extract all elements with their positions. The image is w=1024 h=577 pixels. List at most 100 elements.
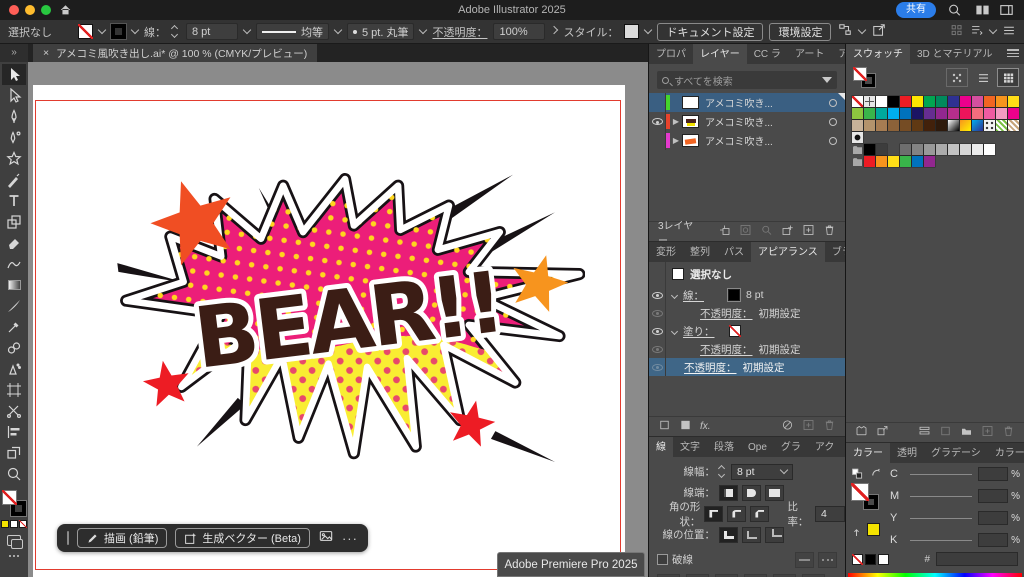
color-swatch[interactable] [912,108,923,119]
weight-stepper[interactable] [719,466,727,477]
direct-selection-tool[interactable] [2,85,26,106]
transform-tool[interactable] [2,211,26,232]
tab-properties[interactable]: プロパ [649,44,693,64]
clear-appearance-icon[interactable] [781,419,794,434]
fill-proxy-swatch[interactable] [851,483,869,501]
arrange-chevron-icon[interactable] [989,26,997,34]
workflow-icon[interactable] [837,23,853,40]
knife-tool[interactable] [2,295,26,316]
tab-transparency[interactable]: 透明 [890,443,924,463]
color-swatch[interactable] [852,120,863,131]
tab-color[interactable]: カラー [846,443,890,463]
cap-round-button[interactable] [742,485,761,501]
visibility-toggle[interactable] [649,131,666,150]
visibility-toggle[interactable] [649,93,666,112]
stroke-color-swatch[interactable] [111,24,126,39]
layer-name[interactable]: アメコミ吹き... [705,133,773,148]
add-to-library-icon[interactable] [876,425,889,440]
close-tab-icon[interactable]: × [43,47,49,59]
opacity-label[interactable]: 不透明度： [432,24,487,40]
type-tool[interactable] [2,190,26,211]
channel-slider[interactable] [910,518,972,519]
layers-search-input[interactable]: すべてを検索 [657,71,837,89]
stroke-weight-chevron-icon[interactable] [243,26,251,34]
swatch-group-folder[interactable] [852,144,863,155]
appearance-opacity-row-selected[interactable]: 不透明度： 初期設定 [649,358,845,376]
color-swatch[interactable] [864,108,875,119]
style-swatch[interactable] [624,24,639,39]
blend-tool[interactable] [2,337,26,358]
expand-icon[interactable] [671,291,678,298]
fill-proxy-swatch[interactable] [2,490,17,505]
color-swatch[interactable] [876,96,887,107]
grid-view-icon[interactable] [997,68,1019,87]
tab-character[interactable]: 文字 [673,437,707,457]
curvature-tool[interactable] [2,127,26,148]
color-swatch[interactable] [984,108,995,119]
stroke-weight-stepper[interactable] [172,26,180,37]
channel-slider[interactable] [910,474,972,475]
color-swatch[interactable] [876,120,887,131]
color-swatch[interactable] [960,96,971,107]
color-swatch[interactable] [948,144,959,155]
color-swatch[interactable] [876,156,887,167]
color-swatch[interactable] [972,96,983,107]
panel-layout-icon[interactable] [999,3,1014,17]
search-icon[interactable] [947,3,962,17]
color-swatch[interactable] [1008,96,1019,107]
stroke-style-dropdown[interactable]: 均等 [256,23,329,40]
dot-swatch[interactable] [852,132,863,143]
gradient-swatch[interactable] [972,120,983,131]
gradient-button[interactable] [10,520,18,528]
add-stroke-icon[interactable] [658,419,671,434]
scissors-tool[interactable] [2,400,26,421]
color-swatch[interactable] [912,144,923,155]
stroke-swatch[interactable] [728,289,740,301]
color-swatch[interactable] [936,144,947,155]
tab-transform[interactable]: 変形 [649,242,683,262]
fill-color-swatch[interactable] [78,24,93,39]
dashed-line-checkbox[interactable] [657,554,668,565]
color-swatch[interactable] [900,156,911,167]
color-swatch[interactable] [900,108,911,119]
filter-icon[interactable] [822,77,832,83]
style-chevron-icon[interactable] [644,26,652,34]
panel-menu-icon[interactable] [1007,47,1019,59]
color-swatch[interactable] [984,96,995,107]
color-swatch[interactable] [948,96,959,107]
zoom-tool[interactable] [2,463,26,484]
comic-burst-artwork[interactable]: BEAR!! [115,168,585,493]
color-swatch[interactable] [924,108,935,119]
color-swatch[interactable] [996,108,1007,119]
add-effect-icon[interactable]: fx. [700,421,711,432]
grid-view-icon[interactable] [950,24,964,40]
appearance-opacity-row[interactable]: 不透明度： 初期設定 [649,304,845,322]
reg-swatch[interactable] [864,96,875,107]
new-sublayer-icon[interactable] [781,224,794,239]
pattern-swatch[interactable] [996,120,1007,131]
brush-chevron-icon[interactable] [419,26,427,34]
paintbrush-tool[interactable] [2,169,26,190]
color-swatch[interactable] [900,96,911,107]
layer-thumbnail[interactable] [682,115,699,128]
export-icon[interactable] [871,23,887,40]
eyedropper-tool[interactable] [2,316,26,337]
tab-cc-libraries[interactable]: CC ラ [747,44,788,64]
document-setup-button[interactable]: ドキュメント設定 [657,23,763,41]
tab-swatches[interactable]: スウォッチ [846,44,910,64]
tab-color-guide[interactable]: カラーガイ [988,443,1024,463]
color-swatch[interactable] [948,108,959,119]
color-swatch[interactable] [864,156,875,167]
stroke-style-chevron-icon[interactable] [334,26,342,34]
reference-image-icon[interactable] [318,529,334,548]
appearance-stroke-row[interactable]: 線： 8 pt [649,286,845,304]
tab-opentype[interactable]: Ope [741,439,774,457]
channel-value-input[interactable] [978,467,1008,481]
color-swatch[interactable] [888,108,899,119]
color-swatch[interactable] [924,144,935,155]
tab-gradient[interactable]: グラ [774,437,808,457]
last-color-swatch[interactable] [867,523,880,536]
swap-colors-icon[interactable] [870,467,883,485]
symbol-sprayer-tool[interactable] [2,358,26,379]
black-swatch[interactable] [865,554,876,565]
